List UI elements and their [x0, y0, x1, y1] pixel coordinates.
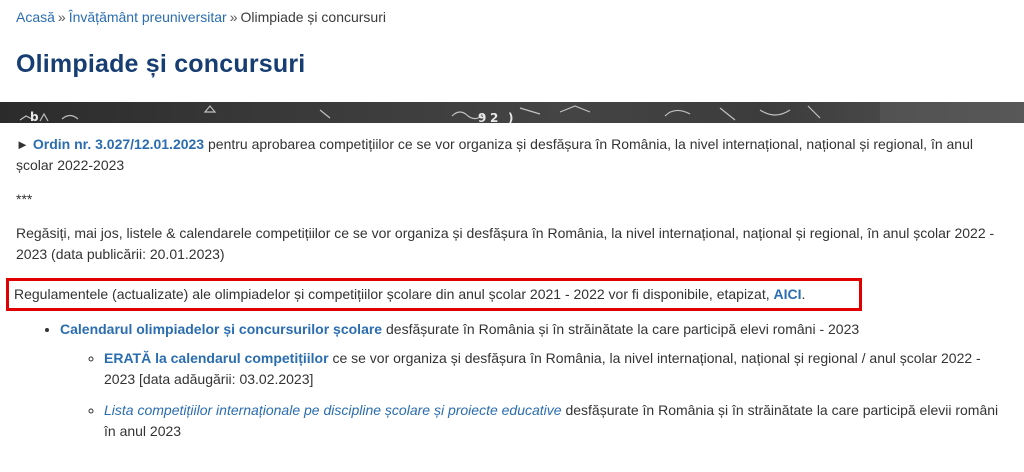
international-competitions-link[interactable]: Lista competițiilor internaționale pe di… [104, 402, 562, 418]
calendar-olimpiade-link[interactable]: Calendarul olimpiadelor și concursurilor… [60, 321, 382, 337]
arrow-right-icon: ► [16, 137, 29, 152]
breadcrumb-current: Olimpiade și concursuri [240, 9, 386, 25]
ordin-paragraph: ► Ordin nr. 3.027/12.01.2023 pentru aprob… [16, 134, 1012, 176]
list-item: Calendarul olimpiadelor și concursurilor… [60, 319, 1012, 442]
list-item: Lista competițiilor internaționale pe di… [104, 400, 1012, 442]
breadcrumb-home-link[interactable]: Acasă [16, 9, 55, 25]
regulamente-end: . [801, 286, 806, 302]
page-title: Olimpiade și concursuri [16, 50, 306, 78]
svg-text:b: b [30, 110, 39, 123]
competitions-list: Calendarul olimpiadelor și concursurilor… [16, 319, 1012, 442]
intro-paragraph: Regăsiți, mai jos, listele & calendarele… [16, 225, 995, 262]
breadcrumb-separator: » [57, 9, 66, 25]
list-item-text: desfășurate în România și în străinătate… [382, 321, 860, 337]
aici-link[interactable]: AICI [774, 286, 802, 302]
separator-stars: *** [16, 191, 33, 207]
regulamente-text: Regulamentele (actualizate) ale olimpiad… [14, 286, 774, 302]
svg-text:9: 9 [478, 111, 486, 123]
breadcrumb-separator: » [229, 9, 238, 25]
competitions-sublist: ERATĂ la calendarul competițiilor ce se … [60, 348, 1012, 442]
list-item: ERATĂ la calendarul competițiilor ce se … [104, 348, 1012, 390]
ordin-link[interactable]: Ordin nr. 3.027/12.01.2023 [33, 136, 204, 152]
breadcrumb-preuniversitar-link[interactable]: Învățământ preuniversitar [69, 9, 227, 25]
svg-text:): ) [508, 111, 513, 123]
errata-link[interactable]: ERATĂ la calendarul competițiilor [104, 350, 329, 366]
regulamente-highlight-box: Regulamentele (actualizate) ale olimpiad… [6, 278, 862, 311]
chalkboard-banner-image: b 9 2 ) [0, 102, 1024, 123]
svg-text:2: 2 [490, 111, 498, 123]
breadcrumb: Acasă» Învățământ preuniversitar» Olimpiad… [16, 9, 386, 25]
main-content: ► Ordin nr. 3.027/12.01.2023 pentru aprob… [6, 134, 1012, 452]
